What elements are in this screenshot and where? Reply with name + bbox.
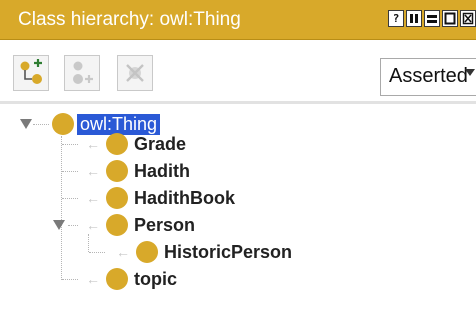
tree-node-label: Hadith [134, 160, 190, 181]
tree-node-label: Person [134, 214, 196, 235]
tree-node-label: Grade [134, 133, 187, 154]
class-bullet-icon [106, 133, 128, 155]
class-toolbar: Asserted [0, 40, 476, 98]
tree-node-person[interactable]: Person [106, 213, 195, 237]
tree-connector [62, 171, 78, 172]
tree-connector [89, 252, 105, 253]
tree-node-hadithbook[interactable]: HadithBook [106, 186, 235, 210]
expand-person-icon[interactable] [53, 220, 65, 230]
class-bullet-icon [136, 241, 158, 263]
expand-root-icon[interactable] [20, 119, 32, 129]
subclass-arrow-icon: ← [86, 271, 100, 287]
class-bullet-icon [106, 214, 128, 236]
class-tree: owl:Thing ← Grade ← Hadith ← HadithBook … [0, 104, 476, 315]
window-controls: ? [388, 10, 476, 27]
tree-node-label: topic [134, 268, 177, 289]
tree-connector [62, 144, 78, 145]
subclass-arrow-icon: ← [86, 217, 100, 233]
tree-node-hadith[interactable]: Hadith [106, 159, 190, 183]
tree-node-historicperson[interactable]: HistoricPerson [136, 240, 292, 264]
chevron-down-icon [465, 69, 475, 76]
minimize-icon[interactable] [424, 10, 440, 27]
class-bullet-icon [52, 113, 74, 135]
view-titlebar: Class hierarchy: owl:Thing ? [0, 0, 476, 40]
close-icon[interactable] [460, 10, 476, 27]
add-sibling-button[interactable] [64, 55, 100, 91]
class-bullet-icon [106, 160, 128, 182]
help-icon[interactable]: ? [388, 10, 404, 27]
tree-connector [62, 198, 78, 199]
tree-connector [33, 124, 49, 125]
delete-class-button[interactable] [117, 55, 153, 91]
tree-guide [88, 234, 89, 252]
tree-guide [61, 136, 62, 280]
add-subclass-button[interactable] [13, 55, 49, 91]
subclass-arrow-icon: ← [86, 190, 100, 206]
hierarchy-mode-select[interactable]: Asserted [380, 58, 476, 96]
tree-node-label: HadithBook [134, 187, 235, 208]
maximize-icon[interactable] [442, 10, 458, 27]
subclass-arrow-icon: ← [116, 244, 130, 260]
subclass-arrow-icon: ← [86, 163, 100, 179]
tree-node-label: HistoricPerson [164, 241, 293, 262]
subclass-arrow-icon: ← [86, 136, 100, 152]
class-bullet-icon [106, 187, 128, 209]
class-bullet-icon [106, 268, 128, 290]
hierarchy-mode-value: Asserted [389, 65, 468, 87]
add-sibling-icon [73, 61, 93, 84]
tree-connector [68, 225, 78, 226]
tree-connector [62, 279, 78, 280]
delete-class-icon [126, 64, 144, 82]
tree-node-grade[interactable]: Grade [106, 132, 186, 156]
tree-node-topic[interactable]: topic [106, 267, 177, 291]
split-view-icon[interactable] [406, 10, 422, 27]
add-subclass-icon [20, 59, 42, 84]
view-title: Class hierarchy: owl:Thing [18, 9, 241, 30]
